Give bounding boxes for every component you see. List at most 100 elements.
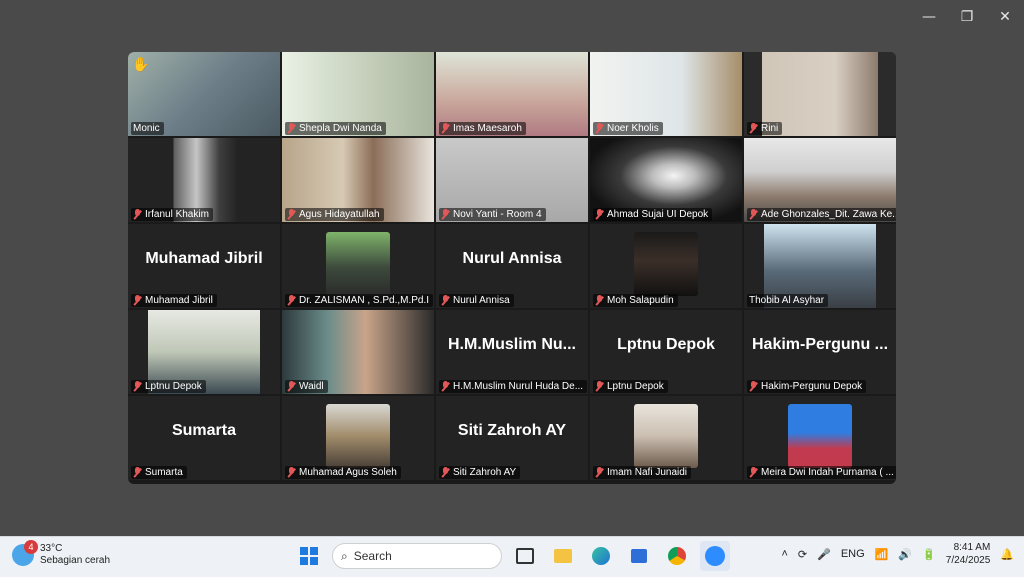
weather-temperature: 33°C bbox=[40, 543, 63, 554]
profile-picture bbox=[788, 404, 852, 468]
video-tile-nurul-annisa[interactable]: Nurul Annisa Nurul Annisa bbox=[436, 224, 588, 308]
video-tile-ade[interactable]: Ade Ghonzales_Dit. Zawa Ke... bbox=[744, 138, 896, 222]
mic-muted-icon bbox=[441, 123, 450, 134]
participant-display-name: Siti Zahroh AY bbox=[457, 422, 567, 439]
weather-widget[interactable]: 4 33°C Sebagian cerah bbox=[12, 540, 110, 567]
participant-display-name: H.M.Muslim Nu... bbox=[448, 336, 576, 353]
participant-name: Rini bbox=[761, 123, 779, 134]
mic-muted-icon bbox=[595, 123, 604, 134]
participant-name: Nurul Annisa bbox=[453, 295, 510, 306]
chrome-icon[interactable] bbox=[662, 541, 692, 571]
participant-name: Shepla Dwi Nanda bbox=[299, 123, 382, 134]
participant-name: Monic bbox=[133, 123, 160, 134]
mic-muted-icon bbox=[595, 209, 604, 220]
participant-name: Ade Ghonzales_Dit. Zawa Ke... bbox=[761, 209, 896, 220]
video-tile-meira[interactable]: Meira Dwi Indah Purnama ( ... bbox=[744, 396, 896, 480]
start-icon[interactable] bbox=[294, 541, 324, 571]
gallery-view: ✋ Monic Shepla Dwi Nanda Imas Maesaroh N… bbox=[128, 52, 896, 484]
profile-picture bbox=[326, 232, 390, 296]
volume-icon[interactable]: 🔊 bbox=[898, 548, 912, 561]
task-view-icon[interactable] bbox=[510, 541, 540, 571]
mic-muted-icon bbox=[287, 209, 296, 220]
video-tile-noer[interactable]: Noer Kholis bbox=[590, 52, 742, 136]
video-tile-shepla[interactable]: Shepla Dwi Nanda bbox=[282, 52, 434, 136]
video-tile-ahmad[interactable]: Ahmad Sujai UI Depok bbox=[590, 138, 742, 222]
video-tile-sumarta[interactable]: Sumarta Sumarta bbox=[128, 396, 280, 480]
participant-name: Dr. ZALISMAN , S.Pd.,M.Pd.I bbox=[299, 295, 430, 306]
language-indicator[interactable]: ENG bbox=[841, 548, 865, 560]
mic-muted-icon bbox=[133, 209, 142, 220]
profile-picture bbox=[634, 232, 698, 296]
video-tile-monic[interactable]: ✋ Monic bbox=[128, 52, 280, 136]
raised-hand-icon: ✋ bbox=[132, 56, 150, 72]
file-explorer-icon[interactable] bbox=[548, 541, 578, 571]
participant-name: Thobib Al Asyhar bbox=[749, 295, 825, 306]
video-tile-irfanul[interactable]: Irfanul Khakim bbox=[128, 138, 280, 222]
video-tile-imam[interactable]: Imam Nafi Junaidi bbox=[590, 396, 742, 480]
notifications-icon[interactable]: 🔔 bbox=[1000, 548, 1014, 561]
minimize-icon[interactable]: — bbox=[910, 0, 948, 34]
participant-name: Noer Kholis bbox=[607, 123, 659, 134]
close-icon[interactable]: ✕ bbox=[986, 0, 1024, 34]
store-icon[interactable] bbox=[624, 541, 654, 571]
mic-muted-icon bbox=[441, 209, 450, 220]
participant-display-name: Nurul Annisa bbox=[462, 250, 562, 267]
notification-badge: 4 bbox=[24, 540, 38, 554]
participant-display-name: Lptnu Depok bbox=[617, 336, 715, 353]
video-tile-lptnu-depok[interactable]: Lptnu Depok Lptnu Depok bbox=[590, 310, 742, 394]
participant-name: Waidl bbox=[299, 381, 324, 392]
restore-icon[interactable]: ❐ bbox=[948, 0, 986, 34]
weather-icon: 4 bbox=[12, 540, 38, 566]
video-tile-waidl[interactable]: Waidl bbox=[282, 310, 434, 394]
chevron-up-icon[interactable]: ˄ bbox=[781, 548, 787, 560]
participant-name: Lptnu Depok bbox=[145, 381, 202, 392]
mic-muted-icon bbox=[749, 123, 758, 134]
video-tile-hm-muslim[interactable]: H.M.Muslim Nu... H.M.Muslim Nurul Huda D… bbox=[436, 310, 588, 394]
video-tile-rini[interactable]: Rini bbox=[744, 52, 896, 136]
clock-date: 7/24/2025 bbox=[945, 555, 991, 566]
video-tile-agus-soleh[interactable]: Muhamad Agus Soleh bbox=[282, 396, 434, 480]
participant-display-name: Hakim-Pergunu ... bbox=[751, 336, 889, 353]
video-tile-moh-salapudin[interactable]: Moh Salapudin bbox=[590, 224, 742, 308]
participant-name: Moh Salapudin bbox=[607, 295, 674, 306]
mic-muted-icon bbox=[287, 295, 296, 306]
mic-muted-icon bbox=[595, 467, 604, 478]
mic-muted-icon bbox=[441, 295, 450, 306]
video-tile-hakim[interactable]: Hakim-Pergunu ... Hakim-Pergunu Depok bbox=[744, 310, 896, 394]
participant-name: H.M.Muslim Nurul Huda De... bbox=[453, 381, 584, 392]
video-tile-zalisman[interactable]: Dr. ZALISMAN , S.Pd.,M.Pd.I bbox=[282, 224, 434, 308]
search-label: Search bbox=[353, 549, 392, 563]
participant-name: Novi Yanti - Room 4 bbox=[453, 209, 542, 220]
clock[interactable]: 8:41 AM 7/24/2025 bbox=[946, 541, 991, 567]
video-tile-novi[interactable]: Novi Yanti - Room 4 bbox=[436, 138, 588, 222]
video-tile-muhamad-jibril[interactable]: Muhamad Jibril Muhamad Jibril bbox=[128, 224, 280, 308]
participant-name: Lptnu Depok bbox=[607, 381, 664, 392]
system-tray: ˄ ⟳ 🎤 ENG 📶 🔊 🔋 8:41 AM 7/24/2025 🔔 bbox=[781, 541, 1014, 567]
participant-name: Agus Hidayatullah bbox=[299, 209, 380, 220]
mic-muted-icon bbox=[287, 381, 296, 392]
participant-name: Meira Dwi Indah Purnama ( ... bbox=[761, 467, 894, 478]
mic-muted-icon bbox=[133, 381, 142, 392]
video-tile-lptnu-depok-video[interactable]: Lptnu Depok bbox=[128, 310, 280, 394]
zoom-icon[interactable] bbox=[700, 541, 730, 571]
sync-icon[interactable]: ⟳ bbox=[798, 548, 807, 561]
window-controls: — ❐ ✕ bbox=[910, 0, 1024, 34]
participant-name: Muhamad Jibril bbox=[145, 295, 213, 306]
taskbar-search[interactable]: ⌕ Search bbox=[332, 543, 502, 569]
participant-display-name: Muhamad Jibril bbox=[145, 250, 263, 267]
video-tile-agus[interactable]: Agus Hidayatullah bbox=[282, 138, 434, 222]
participant-name: Siti Zahroh AY bbox=[453, 467, 517, 478]
microphone-icon[interactable]: 🎤 bbox=[817, 548, 831, 561]
video-tile-thobib[interactable]: Thobib Al Asyhar bbox=[744, 224, 896, 308]
video-tile-siti-zahroh[interactable]: Siti Zahroh AY Siti Zahroh AY bbox=[436, 396, 588, 480]
clock-time: 8:41 AM bbox=[953, 542, 991, 553]
participant-name: Ahmad Sujai UI Depok bbox=[607, 209, 709, 220]
edge-icon[interactable] bbox=[586, 541, 616, 571]
participant-display-name: Sumarta bbox=[171, 422, 237, 439]
video-tile-imas-active-speaker[interactable]: Imas Maesaroh bbox=[436, 52, 588, 136]
search-icon: ⌕ bbox=[341, 548, 348, 563]
battery-icon[interactable]: 🔋 bbox=[922, 548, 936, 561]
mic-muted-icon bbox=[749, 209, 758, 220]
wifi-icon[interactable]: 📶 bbox=[875, 548, 889, 561]
mic-muted-icon bbox=[749, 467, 758, 478]
